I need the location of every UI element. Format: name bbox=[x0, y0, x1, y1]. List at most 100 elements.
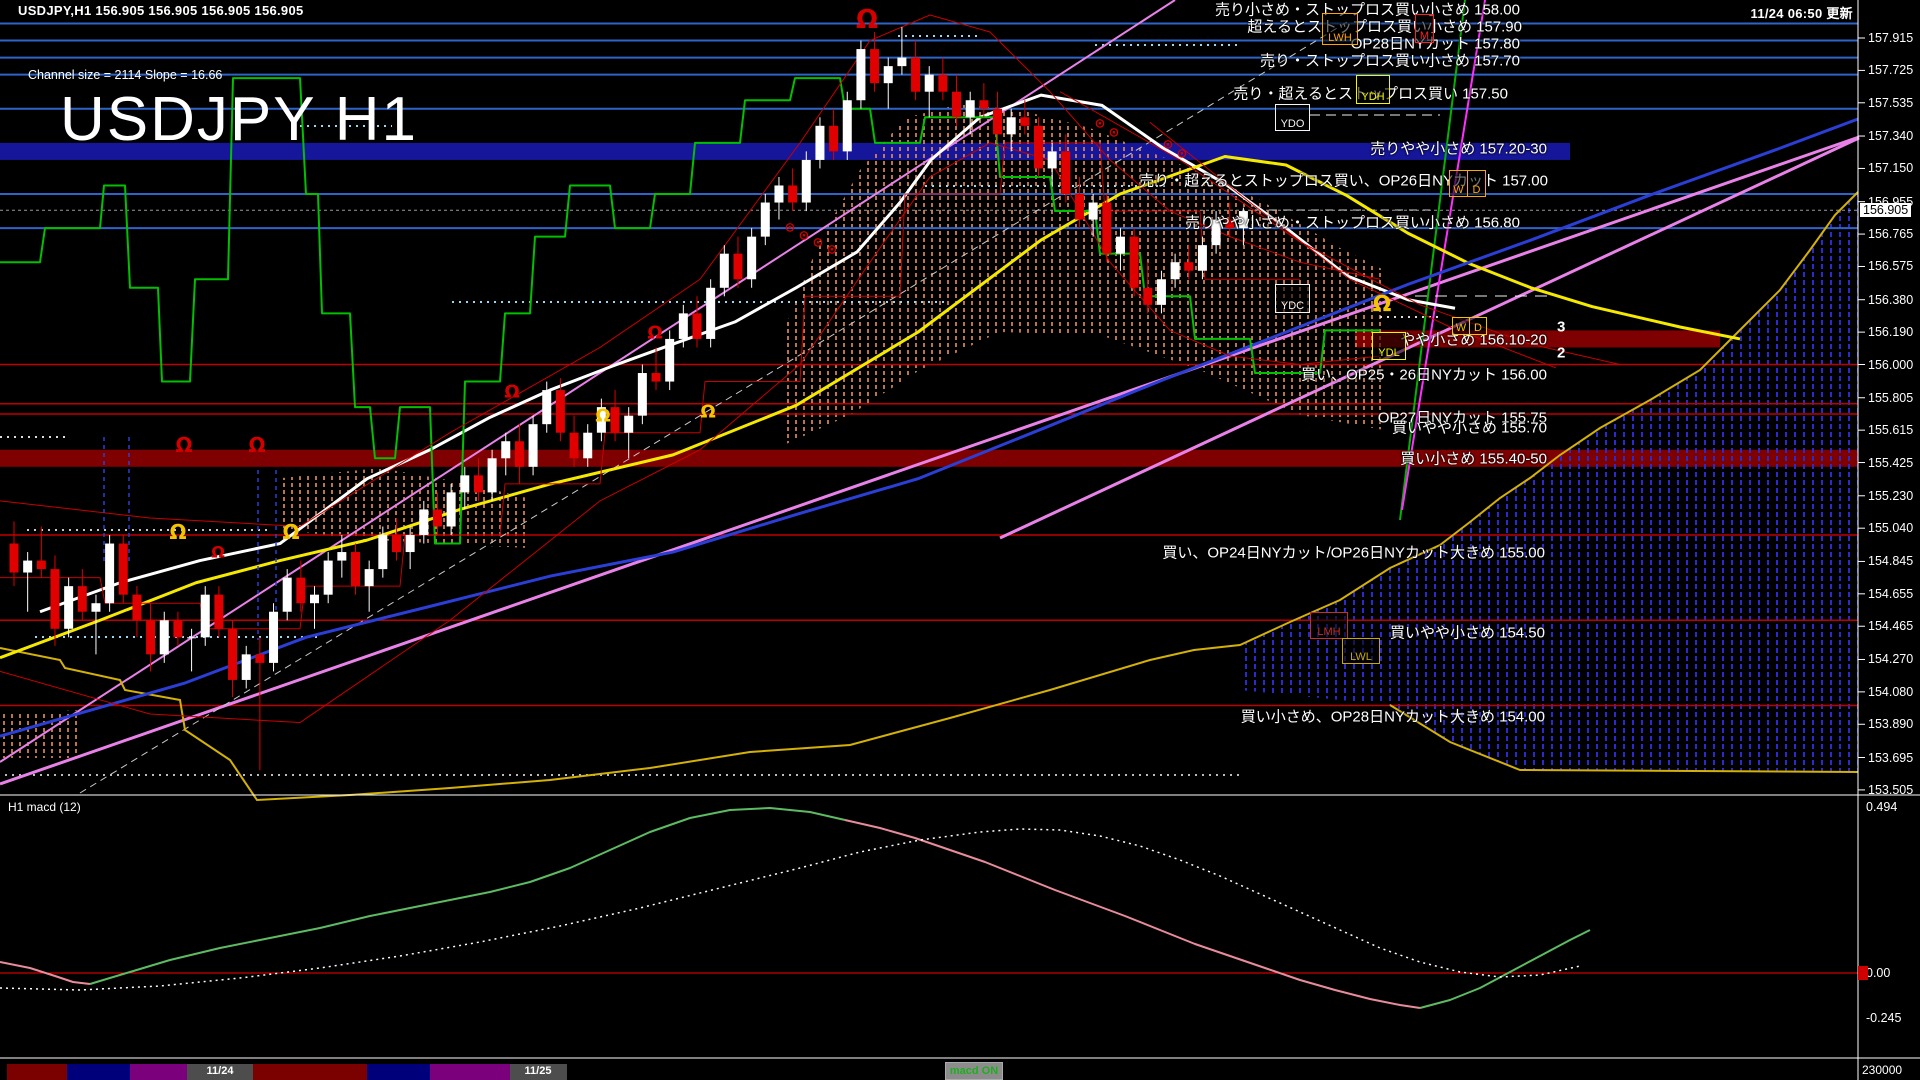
candle-body bbox=[706, 288, 715, 339]
omega-marker-icon: Ω bbox=[504, 382, 519, 403]
candle-body bbox=[91, 603, 100, 612]
omega-marker-icon: Ω bbox=[169, 520, 186, 544]
candle-body bbox=[884, 66, 893, 83]
candle-body bbox=[392, 535, 401, 552]
price-axis-label: 155.615 bbox=[1868, 423, 1913, 437]
candle-body bbox=[556, 390, 565, 433]
macd-toggle-button[interactable]: macd ON bbox=[945, 1062, 1003, 1080]
candle-body bbox=[583, 433, 592, 459]
candle-body bbox=[50, 569, 59, 629]
candle-body bbox=[979, 100, 988, 109]
candle-body bbox=[1089, 203, 1098, 220]
price-axis-label: 154.845 bbox=[1868, 554, 1913, 568]
price-axis-label: 157.150 bbox=[1868, 161, 1913, 175]
omega-marker-icon: Ω bbox=[700, 402, 715, 423]
channel-info: Channel size = 2114 Slope = 16.66 bbox=[28, 68, 222, 82]
macd-axis-label: 0.494 bbox=[1866, 800, 1897, 814]
candle-body bbox=[747, 237, 756, 280]
level-tag-ydc[interactable]: YDC bbox=[1275, 284, 1310, 313]
omega-marker-icon: Ω bbox=[248, 433, 265, 457]
level-tag-m[interactable]: M bbox=[1415, 14, 1434, 43]
order-annotation: 買い、OP24日NYカット/OP26日NYカット大きめ 155.00 bbox=[1162, 542, 1545, 563]
candle-body bbox=[788, 185, 797, 202]
candle-body bbox=[132, 595, 141, 621]
omega-marker-icon: Ω bbox=[1373, 293, 1392, 318]
volume-label: 230000 bbox=[1862, 1063, 1902, 1077]
candle-body bbox=[1020, 117, 1029, 126]
omega-marker-icon: Ω bbox=[211, 543, 225, 562]
candle-body bbox=[720, 254, 729, 288]
circle-marker-icon: ⊙ bbox=[1109, 126, 1120, 141]
level-tag-w[interactable]: W bbox=[1449, 170, 1468, 197]
level-tag-ydl[interactable]: YDL bbox=[1372, 332, 1406, 360]
trading-chart-window: ΩΩΩΩΩΩΩΩΩΩΩ⊙⊙⊙⊙⊙⊙⊙⊙ USDJPY,H1 156.905 15… bbox=[0, 0, 1920, 1080]
level-tag-lmh[interactable]: LMH bbox=[1310, 612, 1348, 639]
candle-body bbox=[652, 373, 661, 382]
current-price-tag: 156.905 bbox=[1860, 203, 1911, 217]
circle-marker-icon: ⊙ bbox=[813, 236, 824, 251]
circle-marker-icon: ⊙ bbox=[799, 229, 810, 244]
candle-body bbox=[1157, 279, 1166, 305]
candle-body bbox=[419, 509, 428, 535]
price-axis-label: 154.655 bbox=[1868, 587, 1913, 601]
timeline-date: 11/24 bbox=[207, 1065, 234, 1077]
candle-body bbox=[611, 407, 620, 433]
level-tag-lwl[interactable]: LWL bbox=[1342, 638, 1380, 664]
candle-body bbox=[774, 185, 783, 202]
price-axis-label: 155.230 bbox=[1868, 489, 1913, 503]
order-annotation: 売りやや小さめ 157.20-30 bbox=[1370, 138, 1547, 159]
candle-body bbox=[843, 100, 852, 151]
candle-body bbox=[324, 561, 333, 595]
price-axis-label: 153.890 bbox=[1868, 717, 1913, 731]
candle-body bbox=[802, 160, 811, 203]
session-color-segment bbox=[430, 1064, 510, 1080]
price-axis-label: 156.575 bbox=[1868, 259, 1913, 273]
omega-marker-icon: Ω bbox=[647, 323, 662, 344]
candle-body bbox=[173, 620, 182, 637]
price-axis-label: 156.190 bbox=[1868, 325, 1913, 339]
candle-body bbox=[829, 126, 838, 152]
order-annotation: 売り・超えるとストップロス買い、OP26日NYカット 157.00 bbox=[1139, 170, 1548, 191]
candle-body bbox=[269, 612, 278, 663]
wave-count-digit: 2 bbox=[1557, 345, 1565, 362]
circle-marker-icon: ⊙ bbox=[1095, 117, 1106, 132]
level-tag-ydo[interactable]: YDO bbox=[1275, 104, 1310, 131]
candle-body bbox=[1034, 126, 1043, 169]
candle-body bbox=[310, 595, 319, 604]
candle-body bbox=[665, 339, 674, 382]
candle-body bbox=[460, 475, 469, 492]
candle-body bbox=[474, 475, 483, 492]
candle-body bbox=[23, 561, 32, 573]
candle-body bbox=[10, 544, 19, 573]
candle-body bbox=[1102, 203, 1111, 254]
candle-body bbox=[1143, 288, 1152, 305]
main-chart-canvas[interactable]: ΩΩΩΩΩΩΩΩΩΩΩ⊙⊙⊙⊙⊙⊙⊙⊙ bbox=[0, 0, 1920, 1080]
macd-green-line bbox=[90, 808, 845, 984]
level-tag-w[interactable]: W bbox=[1452, 317, 1470, 335]
order-annotation: 売り・ストップロス買い小さめ 157.70 bbox=[1260, 50, 1520, 71]
session-color-segment bbox=[7, 1064, 67, 1080]
candle-body bbox=[624, 416, 633, 433]
omega-marker-icon: Ω bbox=[595, 406, 610, 427]
candle-body bbox=[1075, 194, 1084, 220]
level-tag-lwh[interactable]: LWH bbox=[1322, 13, 1358, 45]
candle-body bbox=[201, 595, 210, 638]
candle-body bbox=[542, 390, 551, 424]
candle-body bbox=[160, 620, 169, 654]
circle-marker-icon: ⊙ bbox=[1177, 147, 1188, 162]
candle-body bbox=[378, 535, 387, 569]
price-axis-label: 154.080 bbox=[1868, 685, 1913, 699]
candle-body bbox=[570, 433, 579, 459]
candle-body bbox=[815, 126, 824, 160]
macd-pink-line bbox=[845, 820, 1420, 1008]
level-tag-ydh[interactable]: YDH bbox=[1356, 75, 1390, 104]
omega-marker-icon: Ω bbox=[856, 5, 878, 35]
session-color-segment bbox=[67, 1064, 130, 1080]
chart-title: USDJPY,H1 156.905 156.905 156.905 156.90… bbox=[18, 3, 304, 18]
price-axis-label: 153.505 bbox=[1868, 783, 1913, 797]
candle-body bbox=[64, 586, 73, 629]
level-tag-d[interactable]: D bbox=[1467, 170, 1486, 197]
candle-body bbox=[993, 109, 1002, 135]
level-tag-d[interactable]: D bbox=[1469, 317, 1487, 335]
candle-body bbox=[938, 75, 947, 92]
